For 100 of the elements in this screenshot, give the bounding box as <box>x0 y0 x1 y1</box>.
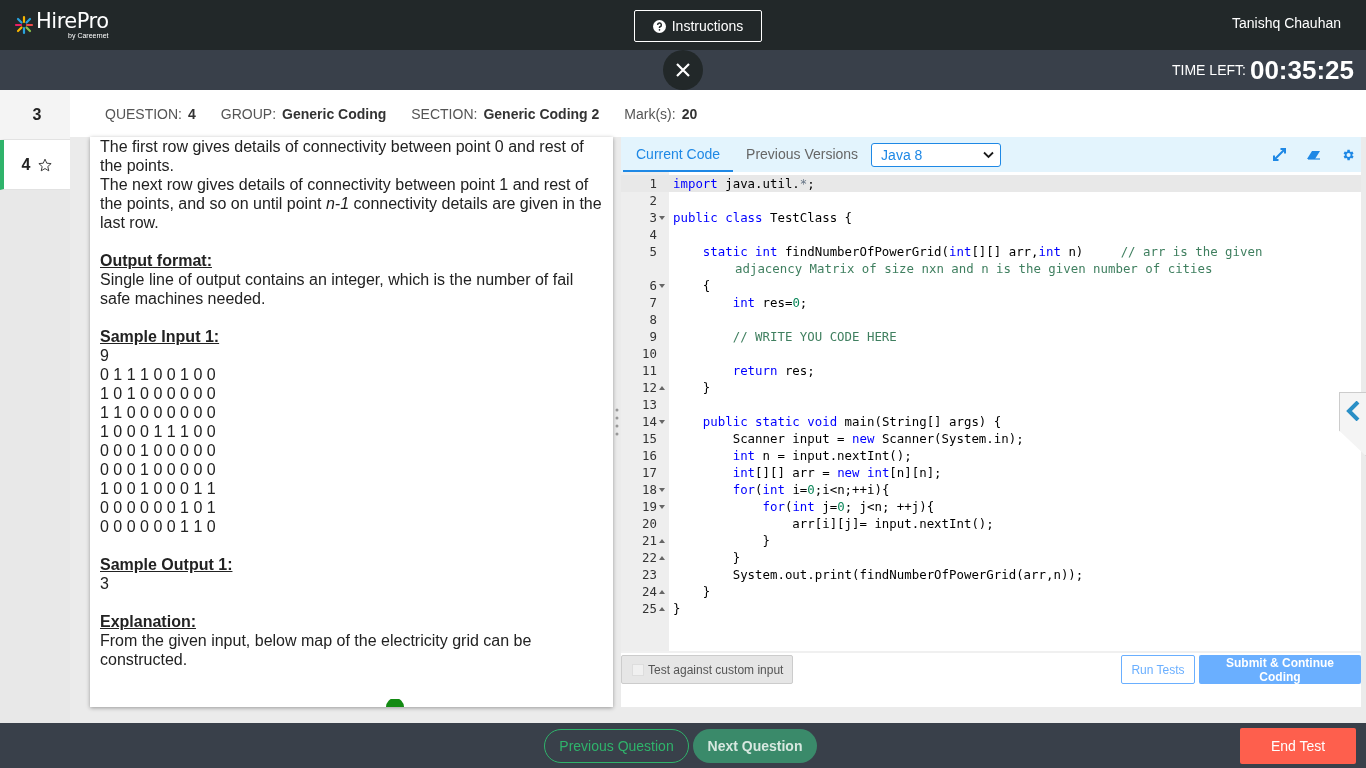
fold-icon[interactable] <box>659 284 665 288</box>
code-line: public static void main(String[] args) { <box>701 414 1002 429</box>
star-icon[interactable] <box>38 157 53 172</box>
line-number: 13 <box>642 396 657 413</box>
question-text: 0 0 0 1 0 0 0 0 0 <box>100 441 217 460</box>
logo-text: HirePro <box>36 10 109 32</box>
help-icon <box>652 19 666 33</box>
line-number: 4 <box>649 226 657 243</box>
run-tests-button[interactable]: Run Tests <box>1121 655 1195 684</box>
info-value: Generic Coding 2 <box>483 105 600 122</box>
time-left-label: TIME LEFT: <box>1172 62 1246 78</box>
code-line: int res=0; <box>731 295 808 310</box>
line-number: 8 <box>649 311 657 328</box>
code-line: return res; <box>731 363 815 378</box>
question-text: 3 <box>100 574 110 593</box>
section-heading: Output format: <box>100 251 213 270</box>
code-line: int[][] arr = new int[n][n]; <box>731 465 942 480</box>
question-text: Single line of output contains an integer, which is the number of fail safe machines needed. <box>100 270 575 308</box>
code-line: arr[i][j]= input.nextInt(); <box>791 516 994 531</box>
line-number: 20 <box>642 515 657 532</box>
line-number: 25 <box>642 600 657 617</box>
code-line: public class TestClass { <box>673 210 853 225</box>
code-line: } <box>701 584 711 599</box>
fold-icon[interactable] <box>659 505 665 509</box>
editor-tab[interactable]: Previous Versions <box>733 137 872 172</box>
code-line: adjacency Matrix of size nxn and n is the given number of cities <box>735 261 1213 276</box>
next-question-button[interactable]: Next Question <box>693 728 817 763</box>
section-heading: Sample Input 1: <box>100 327 221 346</box>
code-line: } <box>731 550 741 565</box>
graph-node <box>386 699 404 707</box>
question-text: 1 0 0 1 0 0 0 1 1 <box>100 479 217 498</box>
code-line: Scanner input = new Scanner(System.in); <box>731 431 1024 446</box>
question-text: 0 1 1 1 0 0 1 0 0 <box>100 365 217 384</box>
line-number: 18 <box>642 481 657 498</box>
question-text: The first row gives details of connectivity between point 0 and rest of the points. <box>100 137 585 175</box>
fold-end-icon[interactable] <box>659 607 665 611</box>
line-number: 23 <box>642 566 657 583</box>
fold-end-icon[interactable] <box>659 386 665 390</box>
info-value: Generic Coding <box>282 105 387 122</box>
question-text: From the given input, below map of the electricity grid can be constructed. <box>100 631 533 669</box>
fold-end-icon[interactable] <box>659 556 665 560</box>
info-label: GROUP: <box>220 105 277 122</box>
fold-end-icon[interactable] <box>659 590 665 594</box>
line-number: 12 <box>642 379 657 396</box>
language-select[interactable]: Java 8 <box>871 142 1002 167</box>
line-number: 3 <box>649 209 657 226</box>
code-line: static int findNumberOfPowerGrid(int[][] arr,int n) // arr is the given <box>701 244 1263 259</box>
close-button[interactable] <box>663 50 703 90</box>
line-number: 1 <box>649 175 657 192</box>
line-number: 11 <box>642 362 657 379</box>
custom-input-toggle[interactable]: Test against custom input <box>621 655 794 684</box>
instructions-button[interactable]: Instructions <box>634 10 762 42</box>
resize-handle[interactable] <box>615 408 619 436</box>
code-line: } <box>673 601 681 616</box>
question-text: 0 0 0 1 0 0 0 0 0 <box>100 460 217 479</box>
timer: 00:35:25 <box>1249 54 1354 86</box>
fold-icon[interactable] <box>659 216 665 220</box>
fold-icon[interactable] <box>659 420 665 424</box>
code-line: } <box>701 380 711 395</box>
info-value: 4 <box>188 105 196 122</box>
chevron-left-icon <box>1346 401 1360 421</box>
info-label: QUESTION: <box>105 105 182 122</box>
line-number: 19 <box>642 498 657 515</box>
line-number: 21 <box>642 532 657 549</box>
question-number[interactable]: 4 <box>0 140 70 190</box>
settings-icon[interactable] <box>1341 147 1355 162</box>
close-icon <box>675 62 691 78</box>
logo-icon <box>14 15 34 35</box>
line-number: 10 <box>642 345 657 362</box>
code-line: System.out.print(findNumberOfPowerGrid(arr,n)); <box>731 567 1084 582</box>
question-text: 0 0 0 0 0 0 1 0 1 <box>100 498 217 517</box>
submit-button[interactable]: Submit & Continue Coding <box>1199 655 1361 684</box>
question-text: 1 0 0 0 1 1 1 0 0 <box>100 422 217 441</box>
fold-end-icon[interactable] <box>659 539 665 543</box>
line-number: 6 <box>649 277 657 294</box>
line-number: 17 <box>642 464 657 481</box>
end-test-button[interactable]: End Test <box>1240 727 1356 764</box>
user-name: Tanishq Chauhan <box>1232 15 1341 31</box>
line-number: 5 <box>649 243 657 260</box>
code-line: int n = input.nextInt(); <box>731 448 912 463</box>
info-value: 20 <box>681 105 698 122</box>
line-number: 9 <box>649 328 657 345</box>
question-text: 0 0 0 0 0 0 1 1 0 <box>100 517 217 536</box>
expand-icon[interactable] <box>1273 148 1286 161</box>
line-number: 22 <box>642 549 657 566</box>
question-text: 1 0 1 0 0 0 0 0 0 <box>100 384 217 403</box>
line-number: 16 <box>642 447 657 464</box>
question-text: The next row gives details of connectivity between point 1 and rest of the points, and so on until point n-1 connectivity details are given in the last row. <box>100 175 603 232</box>
line-number: 14 <box>642 413 657 430</box>
eraser-icon[interactable] <box>1306 149 1321 160</box>
question-text: 9 <box>100 346 110 365</box>
section-heading: Explanation: <box>100 612 197 631</box>
code-line: // WRITE YOU CODE HERE <box>731 329 897 344</box>
fold-icon[interactable] <box>659 488 665 492</box>
line-number: 15 <box>642 430 657 447</box>
question-number[interactable]: 3 <box>0 90 70 140</box>
code-line: for(int j=0; j<n; ++j){ <box>761 499 935 514</box>
info-label: SECTION: <box>411 105 478 122</box>
info-label: Mark(s): <box>624 105 676 122</box>
code-line: import java.util.*; <box>673 176 815 191</box>
